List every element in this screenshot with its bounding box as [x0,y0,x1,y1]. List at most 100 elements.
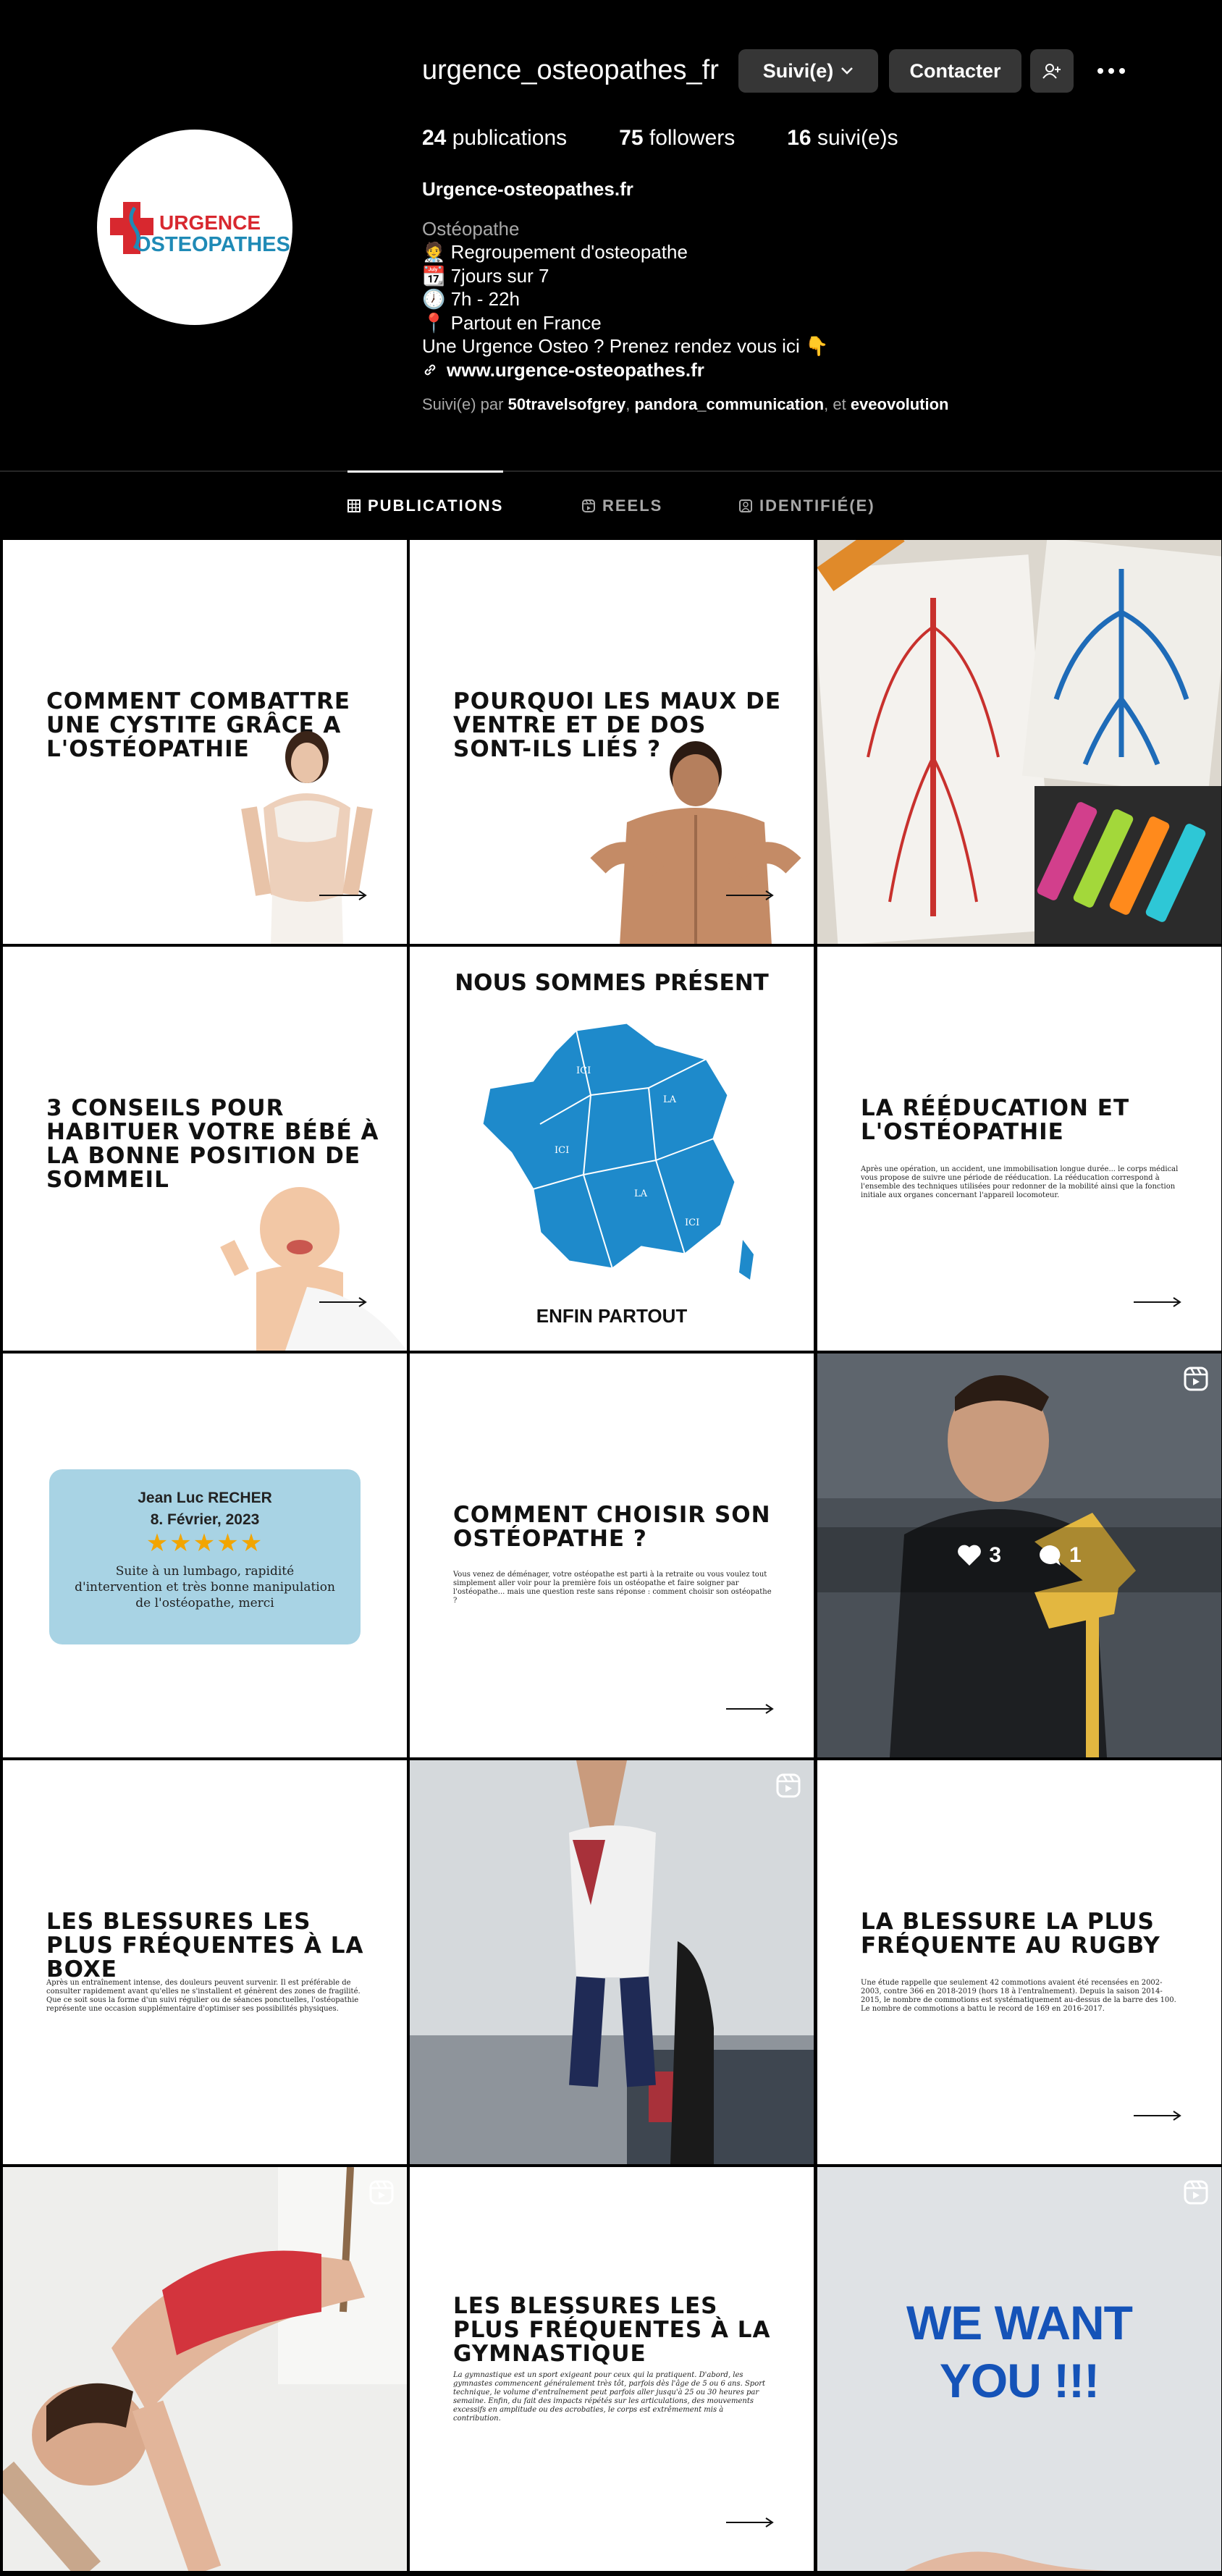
bio-website-text: www.urgence-osteopathes.fr [447,358,704,381]
post-body: La gymnastique est un sport exigeant pou… [453,2371,766,2423]
post-we-want-you[interactable]: WE WANT YOU !!! [817,2167,1221,2571]
france-map: ICI LA ICI LA ICI [481,1021,754,1280]
arrow-right-icon [726,2517,774,2528]
add-user-icon [1042,64,1061,79]
profile-username: urgence_osteopathes_fr [422,55,719,85]
bio-name: Urgence-osteopathes.fr [422,178,633,200]
review-text: Suite à un lumbago, rapidité d'intervent… [75,1564,335,1610]
comment-icon [1040,1545,1061,1566]
heart-icon [958,1545,982,1566]
bio-line: 🕖 7h - 22h [422,288,521,310]
followed-by-user[interactable]: 50travelsofgrey [508,395,626,413]
post-title: LES BLESSURES LES PLUS FRÉQUENTES À LA B… [46,1909,364,1982]
post-gymnast-reel[interactable] [3,2167,407,2571]
map-label: ICI [576,1065,591,1076]
bio-line: 📆 7jours sur 7 [422,264,549,287]
grid-icon [347,499,361,512]
map-label: ICI [555,1145,569,1156]
post-body: Vous venez de déménager, votre ostéopath… [453,1571,772,1605]
arrow-right-icon [726,1704,774,1714]
review-date: 8. Février, 2023 [150,1511,260,1528]
map-label: LA [663,1094,677,1105]
post-reeducation[interactable]: LA RÉÉDUCATION ET L'OSTÉOPATHIE Après un… [817,947,1221,1351]
add-user-button[interactable] [1030,49,1074,93]
post-rugby-reel[interactable] [410,1760,814,2164]
post-cystite[interactable]: COMMENT COMBATTRE UNE CYSTITE GRÂCE A L'… [3,540,407,944]
title-line: YOU !!! [939,2354,1100,2407]
following-stat[interactable]: 16 suivi(e)s [787,126,898,151]
profile-stats: 24 publications 75 followers 16 suivi(e)… [422,126,951,151]
arrow-right-icon [319,1297,367,1307]
followed-by-user[interactable]: eveovolution [851,395,949,413]
following-count: 16 [787,126,812,150]
post-title: LA BLESSURE LA PLUS FRÉQUENTE AU RUGBY [861,1909,1160,1959]
profile-header: URGENCE OSTEOPATHES urgence_osteopathes_… [0,0,1222,470]
post-stats-overlay: 3 1 [817,1541,1221,1570]
post-blessure-rugby[interactable]: LA BLESSURE LA PLUS FRÉQUENTE AU RUGBY U… [817,1760,1221,2164]
review-card: Jean Luc RECHER 8. Février, 2023 ★★★★★ S… [49,1469,361,1644]
arrow-right-icon [319,890,367,900]
arrow-right-icon [1134,2111,1181,2121]
followed-by-user[interactable]: pandora_communication [635,395,825,413]
arrow-right-icon [726,890,774,900]
bio-line: Une Urgence Osteo ? Prenez rendez vous i… [422,335,829,357]
tab-label: PUBLICATIONS [368,496,504,515]
logo-text-urgence: URGENCE [159,211,261,234]
posts-count-stat[interactable]: 24 publications [422,126,567,151]
tab-label: REELS [602,497,663,515]
post-blessures-gymnastique[interactable]: LES BLESSURES LES PLUS FRÉQUENTES À LA G… [410,2167,814,2571]
post-present-partout[interactable]: NOUS SOMMES PRÉSENT ICI LA ICI LA ICI EN… [410,947,814,1351]
post-title: LES BLESSURES LES PLUS FRÉQUENTES À LA G… [453,2293,771,2367]
post-anatomy-drawing[interactable] [817,540,1221,944]
tab-publications[interactable]: PUBLICATIONS [347,470,504,539]
post-choisir-osteopathe[interactable]: COMMENT CHOISIR SON OSTÉOPATHE ? Vous ve… [410,1354,814,1757]
hand-photo [904,2551,1121,2571]
more-dots-icon [1097,68,1125,74]
post-review[interactable]: Jean Luc RECHER 8. Février, 2023 ★★★★★ S… [3,1354,407,1757]
profile-tabs: PUBLICATIONS REELS IDENTIFIÉ(E) [0,470,1222,540]
post-maux-ventre-dos[interactable]: POURQUOI LES MAUX DE VENTRE ET DE DOS SO… [410,540,814,944]
post-body: Après un entraînement intense, des doule… [46,1979,361,2013]
rugby-lineout-photo [410,1760,814,2164]
post-blessures-boxe[interactable]: LES BLESSURES LES PLUS FRÉQUENTES À LA B… [3,1760,407,2164]
post-body: Une étude rappelle que seulement 42 comm… [861,1979,1176,2013]
post-footer: ENFIN PARTOUT [536,1305,688,1327]
comments-count: 1 [1069,1543,1082,1567]
link-icon [424,364,436,376]
post-title: LA RÉÉDUCATION ET L'OSTÉOPATHIE [861,1095,1130,1145]
post-body: Après une opération, un accident, une im… [861,1165,1179,1199]
post-title: WE WANT YOU !!! [817,2294,1221,2410]
chevron-down-icon [840,64,854,79]
tab-label: IDENTIFIÉ(E) [759,497,875,515]
following-label: suivi(e)s [817,126,898,150]
profile-bio: Urgence-osteopathes.fr Ostéopathe 🧑‍⚕️ R… [422,177,1146,381]
followed-by-separator: , [625,395,631,413]
post-boxing-reel[interactable]: 3 1 [817,1354,1221,1757]
reel-icon [369,2180,394,2205]
woman-photo [241,731,373,944]
reviewer-name: Jean Luc RECHER [138,1490,272,1506]
profile-avatar[interactable]: URGENCE OSTEOPATHES [97,130,292,325]
man-back-photo [590,741,801,944]
tab-reels[interactable]: REELS [582,472,662,540]
following-button[interactable]: Suivi(e) [738,49,878,93]
followers-label: followers [649,126,736,150]
reel-icon [1184,2180,1208,2205]
followed-by: Suivi(e) par 50travelsofgrey, pandora_co… [422,395,949,414]
bio-website-link[interactable]: www.urgence-osteopathes.fr [422,358,1146,382]
followed-by-separator: , et [824,395,846,413]
posts-count: 24 [422,126,447,150]
followers-count: 75 [619,126,644,150]
followed-by-prefix: Suivi(e) par [422,395,504,413]
map-label: LA [634,1188,648,1199]
post-title: COMMENT CHOISIR SON OSTÉOPATHE ? [453,1502,771,1552]
post-title: NOUS SOMMES PRÉSENT [455,970,769,996]
map-label: ICI [685,1217,699,1228]
more-options-button[interactable] [1090,51,1133,91]
tab-tagged[interactable]: IDENTIFIÉ(E) [739,472,875,540]
post-bebe-sommeil[interactable]: 3 CONSEILS POUR HABITUER VOTRE BÉBÉ À LA… [3,947,407,1351]
bio-line: 🧑‍⚕️ Regroupement d'osteopathe [422,241,688,263]
followers-stat[interactable]: 75 followers [619,126,735,151]
contact-button[interactable]: Contacter [889,49,1021,93]
bio-category: Ostéopathe [422,217,520,240]
